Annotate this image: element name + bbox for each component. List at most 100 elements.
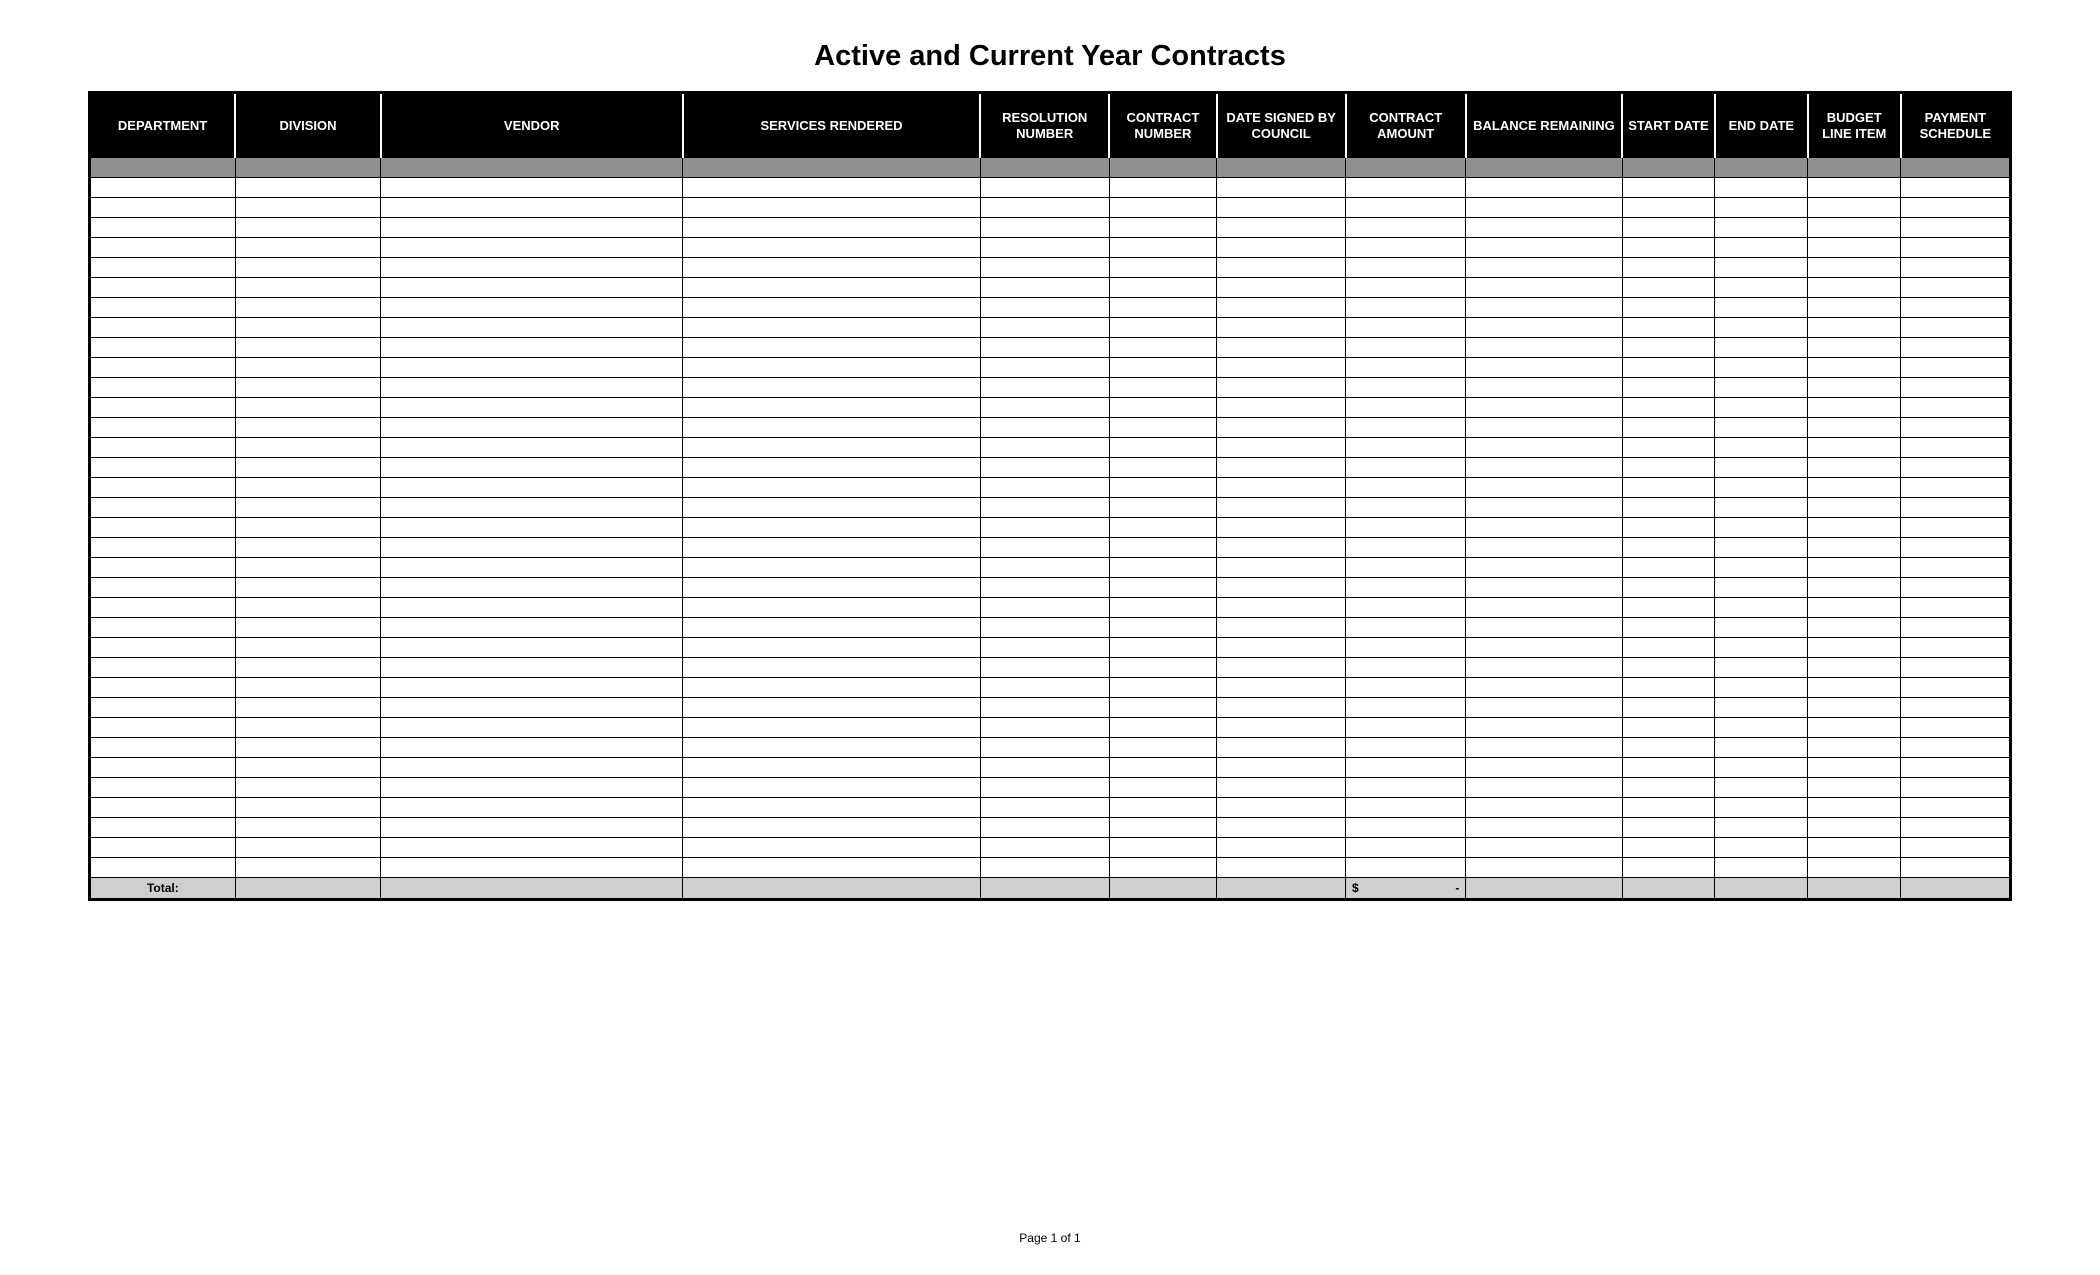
cell [1466, 838, 1622, 858]
cell [381, 458, 683, 478]
cell [1622, 458, 1715, 478]
cell [683, 758, 981, 778]
cell [1217, 818, 1346, 838]
cell [1808, 818, 1901, 838]
cell [1622, 438, 1715, 458]
cell [1109, 298, 1217, 318]
cell [1346, 538, 1466, 558]
cell [980, 438, 1109, 458]
cell [1217, 578, 1346, 598]
cell [1217, 438, 1346, 458]
cell [683, 738, 981, 758]
table-row [90, 738, 2011, 758]
cell [381, 178, 683, 198]
cell [1109, 678, 1217, 698]
cell [683, 198, 981, 218]
cell [381, 498, 683, 518]
cell [1901, 438, 2011, 458]
cell [1808, 618, 1901, 638]
table-row [90, 358, 2011, 378]
cell [683, 498, 981, 518]
cell [683, 818, 981, 838]
cell [1346, 238, 1466, 258]
total-cell [1715, 878, 1808, 900]
cell [1466, 178, 1622, 198]
cell [235, 438, 381, 458]
cell [1466, 238, 1622, 258]
cell [980, 478, 1109, 498]
table-row [90, 198, 2011, 218]
cell [1109, 498, 1217, 518]
cell [1901, 218, 2011, 238]
cell [1901, 278, 2011, 298]
cell [235, 818, 381, 838]
cell [1466, 558, 1622, 578]
cell [381, 258, 683, 278]
cell [980, 798, 1109, 818]
cell [1466, 198, 1622, 218]
cell [1466, 598, 1622, 618]
cell [235, 338, 381, 358]
cell [1622, 678, 1715, 698]
cell [235, 758, 381, 778]
cell [1109, 318, 1217, 338]
cell [1217, 638, 1346, 658]
cell [980, 418, 1109, 438]
cell [1217, 538, 1346, 558]
cell [1808, 198, 1901, 218]
cell [1715, 338, 1808, 358]
cell [235, 358, 381, 378]
cell [1109, 638, 1217, 658]
cell [1346, 558, 1466, 578]
cell [381, 798, 683, 818]
cell [1622, 498, 1715, 518]
cell [1622, 258, 1715, 278]
cell [1109, 478, 1217, 498]
cell [90, 498, 236, 518]
cell [980, 818, 1109, 838]
cell [1622, 178, 1715, 198]
cell [1346, 338, 1466, 358]
cell [1217, 558, 1346, 578]
cell [1808, 278, 1901, 298]
table-row [90, 538, 2011, 558]
cell [1346, 858, 1466, 878]
cell [683, 718, 981, 738]
cell [683, 698, 981, 718]
total-cell [1808, 878, 1901, 900]
cell [1217, 198, 1346, 218]
cell [1715, 278, 1808, 298]
cell [1346, 198, 1466, 218]
cell [1901, 778, 2011, 798]
cell [381, 618, 683, 638]
cell [1622, 378, 1715, 398]
cell [1466, 658, 1622, 678]
cell [1466, 458, 1622, 478]
cell [1346, 598, 1466, 618]
cell [90, 598, 236, 618]
cell [1622, 218, 1715, 238]
cell [683, 218, 981, 238]
cell [683, 418, 981, 438]
cell [1466, 798, 1622, 818]
cell [1466, 678, 1622, 698]
cell [381, 538, 683, 558]
cell [1808, 598, 1901, 618]
cell [683, 158, 981, 178]
cell [1901, 598, 2011, 618]
cell [1622, 658, 1715, 678]
cell [1808, 538, 1901, 558]
cell [683, 458, 981, 478]
cell [683, 338, 981, 358]
cell [1808, 498, 1901, 518]
cell [980, 518, 1109, 538]
cell [1622, 158, 1715, 178]
cell [1109, 558, 1217, 578]
cell [1346, 658, 1466, 678]
cell [1466, 418, 1622, 438]
total-cell [1109, 878, 1217, 900]
table-row [90, 598, 2011, 618]
cell [381, 778, 683, 798]
table-row [90, 658, 2011, 678]
cell [1808, 518, 1901, 538]
